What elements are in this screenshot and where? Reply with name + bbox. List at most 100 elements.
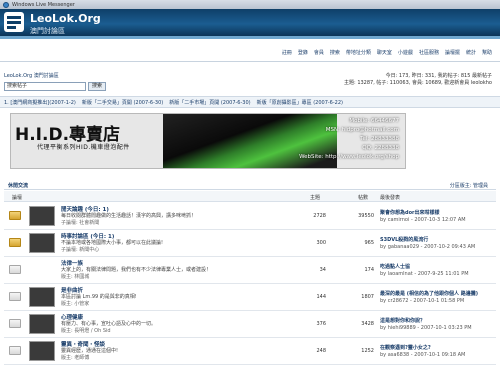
category-moderators[interactable]: 分區版主: 管理員: [450, 182, 488, 189]
forum-description: 本區討論 Lm.99 的是與非的真相!: [61, 294, 137, 300]
search-box: 搜索帖子 搜索: [4, 82, 106, 91]
forum-description: 有壓力、有心事，宣吐心語及心中的一切。: [61, 321, 157, 327]
forum-post-count: 1807: [361, 294, 374, 300]
forum-description: 每日收閱群體閒趣做的生活趣話！漢字的高興，講多咪哋抓！: [61, 213, 197, 219]
forum-moderator[interactable]: 版主: 長明燈 / Oh Sid: [61, 327, 111, 334]
forum-post-count: 3428: [361, 321, 374, 327]
ad-contact: Mobile: 66446677 MSN: hidpro@hotmail.com…: [299, 117, 399, 162]
advertisement-banner[interactable]: H.I.D.專賣店 代理平衡系列HID.機車燈泡配件 Mobile: 66446…: [10, 113, 406, 169]
forum-row[interactable]: 心理健康 有壓力、有心事，宣吐心語及心中的一切。 版主: 長明燈 / Oh Si…: [4, 311, 496, 338]
site-name[interactable]: LeoLok.Org: [30, 12, 101, 25]
ad-website: WebSite: http://www.leolok.org/shop: [299, 154, 399, 160]
nav-games[interactable]: 小遊戲: [398, 49, 413, 56]
nav-register[interactable]: 註冊: [282, 49, 292, 56]
forum-row[interactable]: 法律一族 大家上的，有關法律問題，我們也有不少法律專業人士，或者建設！ 版主: …: [4, 257, 496, 284]
folder-icon: [9, 319, 21, 328]
nav-members[interactable]: 會員: [314, 49, 324, 56]
forum-topic-count: 376: [316, 321, 326, 327]
ad-slogan: 代理平衡系列HID.機車燈泡配件: [37, 144, 130, 151]
window-title: Windows Live Messenger: [12, 1, 75, 8]
forum-thumbnail-icon[interactable]: [29, 206, 55, 226]
forum-description: 大家上的，有關法律問題，我們也有不少法律專業人士，或者建設！: [61, 267, 212, 273]
nav-classified[interactable]: 帶地址分類: [346, 49, 371, 56]
forum-thumbnail-icon[interactable]: [29, 287, 55, 307]
forum-post-count: 965: [364, 240, 374, 246]
last-post-title[interactable]: 最深的最是 (相信的為了他跟你個人 路邊攤): [380, 290, 478, 297]
nav-forum-style[interactable]: 論壇擺: [445, 49, 460, 56]
forum-row[interactable]: 時事討論區 (今日: 1) 不論本地或各地國際大小事，都可以在此議論! 子論壇:…: [4, 230, 496, 257]
forum-topic-count: 34: [319, 267, 326, 273]
forum-moderator[interactable]: 子論壇: 新聞中心: [61, 246, 99, 253]
ad-tel: Tel: 28833388: [360, 136, 399, 142]
folder-icon: [9, 238, 21, 247]
forum-row[interactable]: 閒天論趣 (今日: 1) 每日收閱群體閒趣做的生活趣話！漢字的高興，講多咪哋抓！…: [4, 203, 496, 230]
category-header: 休閒交流 分區版主: 管理員: [4, 180, 496, 190]
forum-row[interactable]: 是非曲折 本區討論 Lm.99 的是與非的真相! 版主: 小管家 144 180…: [4, 284, 496, 311]
last-post-title[interactable]: 聚會你想為dor出來咁樣樣: [380, 209, 439, 216]
forum-description: 靈異經歷，通通在這個中!: [61, 348, 119, 354]
nav-login[interactable]: 登錄: [298, 49, 308, 56]
folder-icon: [9, 211, 21, 220]
last-post-title[interactable]: 這是想對你和你說？: [380, 317, 425, 324]
forum-topic-count: 300: [316, 240, 326, 246]
forum-topic-count: 248: [316, 348, 326, 354]
forum-thumbnail-icon[interactable]: [29, 314, 55, 334]
ad-qq: QQ: 2288338: [362, 145, 399, 151]
forum-moderator[interactable]: 子論壇: 社會新聞: [61, 219, 99, 226]
forum-post-count: 174: [364, 267, 374, 273]
site-subtitle: 澳門討論區: [30, 27, 65, 35]
col-forum: 論壇: [12, 195, 23, 201]
announcement-item[interactable]: 新版「二手交易」頁開 (2007-6-30): [82, 99, 163, 106]
search-button[interactable]: 搜索: [88, 82, 106, 91]
folder-icon: [9, 346, 21, 355]
forum-table-header: 論壇 主題 帖數 最後發表: [4, 191, 496, 202]
site-banner: LeoLok.Org 澳門討論區: [0, 9, 500, 39]
nav-search[interactable]: 搜索: [330, 49, 340, 56]
search-input[interactable]: 搜索帖子: [4, 82, 86, 91]
info-bar: LeoLok.Org 澳門討論區 今日: 173, 昨日: 331, 我的帖子:…: [0, 64, 500, 94]
last-post-meta: by laoamlnat - 2007-9-25 11:01 PM: [380, 271, 469, 277]
forum-stats-today: 今日: 173, 昨日: 331, 我的帖子: 815 最新帖子: [385, 73, 492, 79]
col-last-post: 最後發表: [380, 195, 401, 201]
ad-msn: MSN: hidpro@hotmail.com: [325, 127, 399, 133]
forum-stats-totals: 主題: 13287, 帖子: 110063, 會員: 10689, 歡迎新會員 …: [344, 80, 492, 86]
nav-services[interactable]: 社區服務: [419, 49, 439, 56]
last-post-meta: by cr28672 - 2007-10-1 01:58 PM: [380, 298, 465, 304]
category-name[interactable]: 休閒交流: [8, 182, 28, 189]
forum-thumbnail-icon[interactable]: [29, 341, 55, 361]
breadcrumb[interactable]: LeoLok.Org 澳門討論區: [4, 72, 59, 79]
last-post-meta: by hiehi99889 - 2007-10-1 03:23 PM: [380, 325, 472, 331]
last-post-meta: by camirnoi - 2007-10-3 12:07 AM: [380, 217, 466, 223]
nav-chatroom[interactable]: 聊天室: [377, 49, 392, 56]
last-post-title[interactable]: S3DVL殺戮的風流行: [380, 236, 428, 243]
forum-thumbnail-icon[interactable]: [29, 233, 55, 253]
forum-row[interactable]: 靈異・奇聞・怪談 靈異經歷，通通在這個中! 版主: 老師傅 248 1252 在…: [4, 338, 496, 365]
last-post-meta: by asa6838 - 2007-10-1 09:18 AM: [380, 352, 466, 358]
forum-description: 不論本地或各地國際大小事，都可以在此議論!: [61, 240, 164, 246]
forum-moderator[interactable]: 版主: 老師傅: [61, 354, 89, 361]
nav-stats[interactable]: 統計: [466, 49, 476, 56]
forum-topic-count: 144: [316, 294, 326, 300]
forum-moderator[interactable]: 版主: 小管家: [61, 300, 89, 307]
forum-post-count: 39550: [358, 213, 374, 219]
announcement-item[interactable]: 新版「二手市場」頁開 (2007-6-30): [169, 99, 250, 106]
last-post-meta: by gabanaa029 - 2007-10-2 09:43 AM: [380, 244, 476, 250]
folder-icon: [9, 292, 21, 301]
nav-help[interactable]: 幫助: [482, 49, 492, 56]
window-titlebar: Windows Live Messenger: [0, 0, 500, 9]
announcement-bar: 1. [澳門網商擬推出](2007-1-2) 新版「二手交易」頁開 (2007-…: [0, 96, 500, 108]
last-post-title[interactable]: 在觀察遇到?靈小女之?: [380, 344, 431, 351]
announcement-item[interactable]: 1. [澳門網商擬推出](2007-1-2): [4, 99, 76, 106]
col-posts: 帖數: [358, 195, 369, 201]
forum-topic-count: 2728: [313, 213, 326, 219]
ad-mobile: Mobile: 66446677: [349, 118, 399, 124]
messenger-icon: [3, 1, 9, 8]
forum-moderator[interactable]: 版主: 林國城: [61, 273, 89, 280]
announcement-item[interactable]: 新版「原創攝影區」專區 (2007-6-22): [257, 99, 343, 106]
col-topics: 主題: [310, 195, 321, 201]
forum-post-count: 1252: [361, 348, 374, 354]
top-navigation: 註冊 登錄 會員 搜索 帶地址分類 聊天室 小遊戲 社區服務 論壇擺 統計 幫助: [0, 44, 500, 62]
last-post-title[interactable]: 吃過點人士協: [380, 263, 410, 270]
site-logo-icon[interactable]: [4, 12, 24, 32]
folder-icon: [9, 265, 21, 274]
